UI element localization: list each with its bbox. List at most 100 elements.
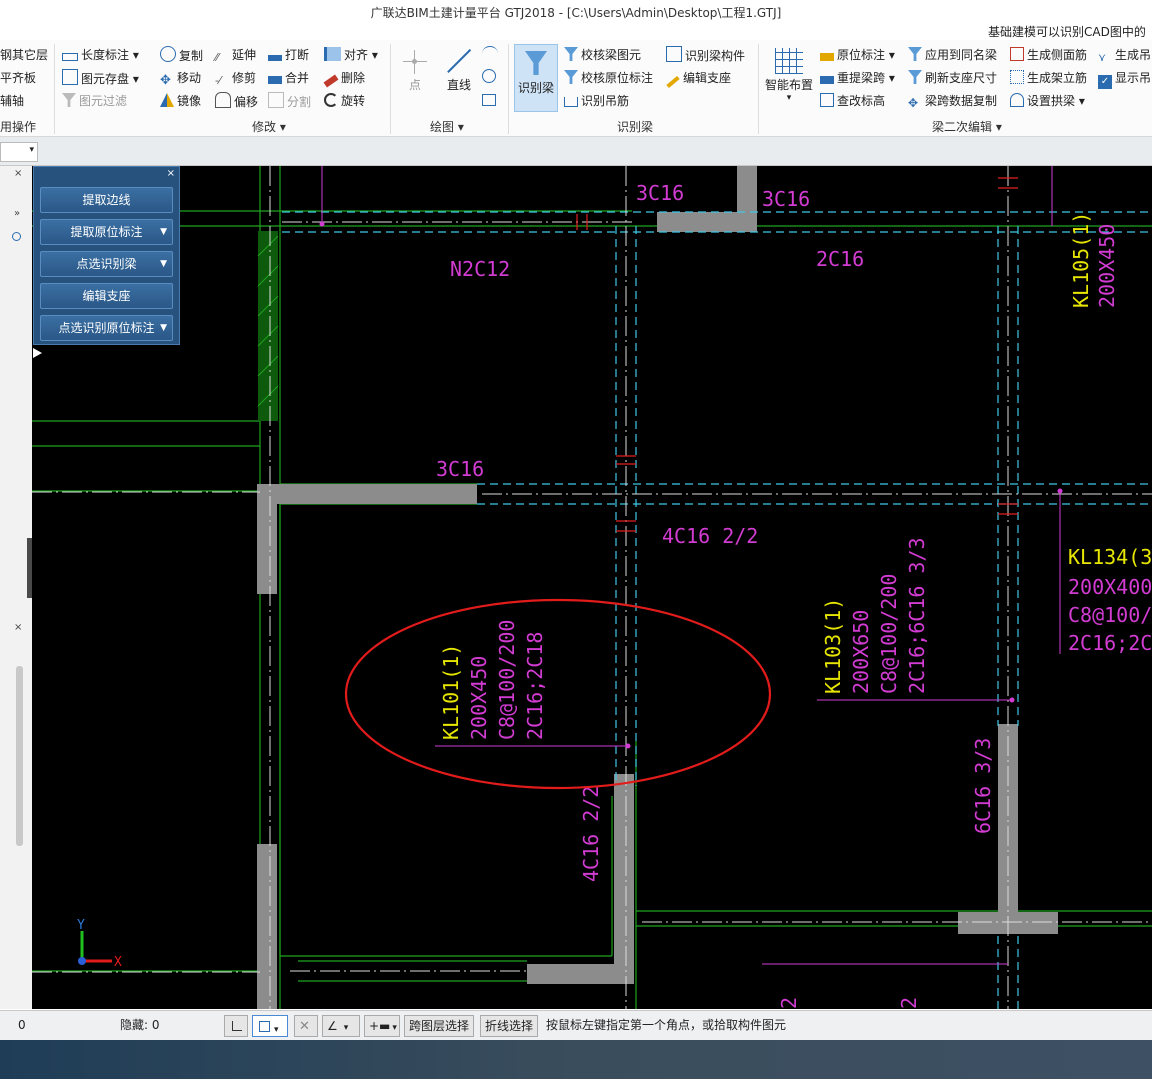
filter-button[interactable]: 图元过滤: [62, 92, 127, 110]
toolbar-strip: [0, 137, 1152, 166]
merge-button[interactable]: 合并: [268, 69, 309, 87]
chevron-down-icon[interactable]: ▼: [160, 316, 167, 340]
copy-icon: [160, 46, 176, 62]
line-tool[interactable]: 直线: [442, 46, 476, 98]
recognize-hanger-button[interactable]: 识别吊筋: [564, 92, 629, 110]
break-button[interactable]: 打断: [268, 46, 309, 64]
save-element-button[interactable]: 图元存盘 ▾: [62, 69, 139, 88]
mirror-button[interactable]: 镜像: [160, 92, 201, 110]
copy-button[interactable]: 复制: [160, 46, 203, 65]
stirrup-label: C8@100/2: [1068, 603, 1152, 627]
annotation-icon: [820, 53, 834, 61]
cross-layer-select-button[interactable]: 跨图层选择: [404, 1015, 475, 1037]
gen-hanger-button[interactable]: ⋎ 生成吊: [1098, 46, 1151, 65]
line-icon: [446, 48, 472, 74]
edit-support-panel-button[interactable]: 编辑支座: [40, 283, 173, 309]
recognize-component-button[interactable]: 识别梁构件: [666, 46, 745, 65]
split-button[interactable]: 分割: [268, 92, 311, 111]
stirrup-label: C8@100/200: [877, 574, 901, 694]
arc-icon[interactable]: [482, 46, 498, 61]
smart-layout-button[interactable]: 智能布置 ▾: [762, 46, 816, 116]
ortho-toggle[interactable]: [224, 1015, 248, 1037]
extend-button[interactable]: ⁄⁄ 延伸: [215, 46, 256, 64]
extract-annotation-button[interactable]: 提取原位标注 ▼: [40, 219, 173, 245]
close-icon[interactable]: ×: [14, 622, 22, 633]
cad-canvas[interactable]: 3C16 3C16 N2C12 2C16 3C16 4C16 2/2 200X4…: [32, 166, 1152, 1009]
chevron-down-icon: ▾: [274, 1025, 279, 1035]
chevron-down-icon: ▾: [343, 1023, 349, 1033]
align-button[interactable]: 对齐 ▾: [324, 46, 378, 64]
chevron-down-icon[interactable]: ▼: [160, 220, 167, 244]
divider: [758, 44, 759, 134]
search-icon[interactable]: [12, 232, 21, 241]
close-icon[interactable]: ×: [167, 168, 175, 179]
in-situ-annotation-button[interactable]: 原位标注 ▾: [820, 46, 895, 64]
ortho-icon: [232, 1021, 242, 1031]
circle-icon[interactable]: [482, 69, 496, 83]
refresh-support-button[interactable]: 刷新支座尺寸: [908, 69, 997, 87]
offset-icon: [215, 92, 231, 108]
check-annotation-button[interactable]: 校核原位标注: [564, 69, 653, 87]
axis-x-label: X: [114, 955, 122, 970]
rebar-label: 2C16;6C16 3/3: [905, 537, 929, 694]
break-icon: [268, 55, 282, 61]
window-title: 广联达BIM土建计量平台 GTJ2018 - [C:\Users\Admin\D…: [370, 6, 782, 20]
snap-toggle[interactable]: ▾: [252, 1015, 288, 1037]
extract-lines-button[interactable]: 提取边线: [40, 187, 173, 213]
edit-elevation-button[interactable]: 查改标高: [820, 92, 885, 110]
re-span-icon: [820, 76, 834, 84]
title-bar: 广联达BIM土建计量平台 GTJ2018 - [C:\Users\Admin\D…: [0, 0, 1152, 24]
scrollbar[interactable]: [16, 666, 23, 846]
rectangle-icon[interactable]: [482, 94, 496, 106]
cross-toggle[interactable]: ✕: [294, 1015, 318, 1037]
trim-button[interactable]: -⁄ 修剪: [215, 69, 256, 87]
polyline-select-button[interactable]: 折线选择: [480, 1015, 539, 1037]
eraser-icon: [323, 74, 339, 88]
point-tool[interactable]: 点: [400, 46, 430, 98]
dimension-toggle[interactable]: +▬ ▾: [364, 1015, 400, 1037]
offset-button[interactable]: 偏移: [215, 92, 258, 111]
pick-recognize-beam-button[interactable]: 点选识别梁 ▼: [40, 251, 173, 277]
layer-combo[interactable]: ▾: [0, 142, 38, 162]
help-search-input[interactable]: 基础建模可以识别CAD图中的独基: [988, 23, 1152, 56]
align-icon: [324, 47, 341, 61]
chevron-down-icon: ▾: [392, 1023, 397, 1033]
show-hanger-checkbox[interactable]: ✓ 显示吊: [1098, 69, 1151, 89]
snap-icon: [259, 1021, 270, 1032]
set-arch-beam-button[interactable]: 设置拱梁 ▾: [1010, 92, 1085, 110]
angle-toggle[interactable]: ∠ ▾: [322, 1015, 360, 1037]
cross-icon: ✕: [299, 1019, 310, 1034]
close-icon[interactable]: ×: [14, 168, 22, 179]
pick-recognize-annotation-button[interactable]: 点选识别原位标注 ▼: [40, 315, 173, 341]
edit-support-button[interactable]: 编辑支座: [666, 69, 731, 89]
group-label-common: 用操作: [0, 120, 37, 134]
apply-same-name-button[interactable]: 应用到同名梁: [908, 46, 997, 64]
divider: [54, 44, 55, 134]
dimension-input-icon: +▬: [369, 1019, 391, 1033]
gen-erection-rebar-button[interactable]: 生成架立筋: [1010, 69, 1087, 87]
expand-icon[interactable]: »: [14, 208, 20, 219]
chevron-down-icon[interactable]: ▼: [160, 252, 167, 276]
beam-name-label: KL134(3): [1068, 545, 1152, 569]
move-button[interactable]: ✥ 移动: [160, 69, 201, 88]
delete-button[interactable]: 删除: [323, 69, 365, 88]
rebar-label: 3C16: [762, 187, 810, 211]
filter-icon: [62, 93, 76, 107]
cad-drawing[interactable]: 3C16 3C16 N2C12 2C16 3C16 4C16 2/2 200X4…: [32, 166, 1152, 1009]
layer-item[interactable]: 钢其它层: [0, 46, 48, 64]
length-dim-button[interactable]: 长度标注 ▾: [62, 46, 139, 64]
re-span-button[interactable]: 重提梁跨 ▾: [820, 69, 895, 87]
rotate-button[interactable]: 旋转: [324, 92, 365, 110]
rebar-label: 2C16;2C16: [1068, 631, 1152, 655]
gen-side-rebar-button[interactable]: 生成侧面筋: [1010, 46, 1087, 64]
check-beam-button[interactable]: 校核梁图元: [564, 46, 641, 64]
divider: [390, 44, 391, 134]
flush-slab-item[interactable]: 平齐板: [0, 69, 36, 87]
chevron-down-icon: ▾: [29, 145, 34, 155]
extend-icon: ⁄⁄: [215, 51, 219, 64]
funnel-icon: [564, 47, 578, 61]
rotate-icon: [324, 93, 338, 107]
recognize-beam-button[interactable]: 识别梁: [514, 44, 558, 112]
copy-span-data-button[interactable]: ✥ 梁跨数据复制: [908, 92, 997, 110]
aux-axis-item[interactable]: 辅轴: [0, 92, 24, 110]
